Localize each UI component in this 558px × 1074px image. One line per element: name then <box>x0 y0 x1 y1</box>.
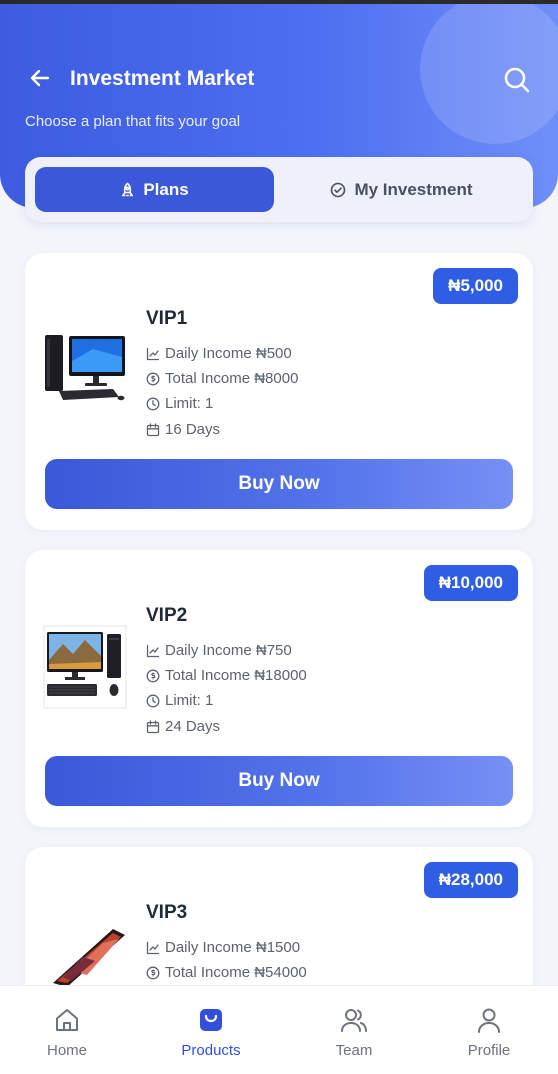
plan-card: ₦10,000 VIP2 Daily Income ₦750 Total Inc… <box>25 550 533 827</box>
chart-line-icon <box>146 644 160 657</box>
plan-card: ₦5,000 VIP1 Daily Income ₦500 Total Inco… <box>25 253 533 530</box>
daily-income: Daily Income ₦500 <box>146 345 292 362</box>
tab-plans-label: Plans <box>143 179 189 199</box>
tab-my-investment[interactable]: My Investment <box>280 167 523 212</box>
plan-duration: 24 Days <box>146 718 220 735</box>
total-income: Total Income ₦18000 <box>146 667 307 684</box>
nav-home[interactable]: Home <box>12 1006 122 1059</box>
buy-now-button[interactable]: Buy Now <box>45 756 513 806</box>
laptop-image <box>53 929 125 987</box>
buy-now-button[interactable]: Buy Now <box>45 459 513 509</box>
price-badge: ₦5,000 <box>433 268 518 304</box>
rocket-icon <box>122 182 134 196</box>
total-income: Total Income ₦8000 <box>146 370 298 387</box>
back-arrow-icon[interactable] <box>28 66 52 90</box>
page-title: Investment Market <box>70 67 255 90</box>
price-badge: ₦28,000 <box>423 862 518 898</box>
plan-name: VIP3 <box>146 902 188 923</box>
desktop-computer-image <box>43 625 127 709</box>
chart-line-icon <box>146 347 160 360</box>
calendar-icon <box>146 422 160 436</box>
purchase-limit: Limit: 1 <box>146 395 213 412</box>
dollar-circle-icon <box>146 669 160 682</box>
nav-products[interactable]: Products <box>156 1006 266 1059</box>
tab-my-investment-label: My Investment <box>354 179 473 199</box>
chart-line-icon <box>146 941 160 954</box>
nav-home-label: Home <box>46 1042 87 1059</box>
plan-card: ₦28,000 VIP3 Daily Income ₦1500 Total In… <box>25 847 533 1007</box>
calendar-icon <box>146 719 160 733</box>
tab-plans[interactable]: Plans <box>35 167 274 212</box>
header-decoration <box>420 4 558 144</box>
status-bar-line <box>0 0 558 4</box>
desktop-computer-image <box>45 335 125 401</box>
dollar-circle-icon <box>146 966 160 979</box>
total-income: Total Income ₦54000 <box>146 964 307 981</box>
tab-bar: Plans My Investment <box>25 157 533 222</box>
purchase-limit: Limit: 1 <box>146 692 213 709</box>
dollar-circle-icon <box>146 372 160 385</box>
bottom-navigation: Home Products Team Profile <box>0 985 558 1074</box>
search-icon[interactable] <box>503 66 531 94</box>
team-icon <box>341 1009 367 1032</box>
nav-profile-label: Profile <box>467 1042 511 1059</box>
shopping-bag-icon <box>200 1009 222 1031</box>
page-subtitle: Choose a plan that fits your goal <box>25 113 241 130</box>
profile-icon <box>478 1008 500 1033</box>
clock-icon <box>146 694 160 707</box>
plan-duration: 16 Days <box>146 421 220 438</box>
nav-profile[interactable]: Profile <box>434 1006 544 1059</box>
nav-products-label: Products <box>181 1042 241 1059</box>
nav-team[interactable]: Team <box>299 1006 409 1059</box>
daily-income: Daily Income ₦750 <box>146 642 292 659</box>
check-circle-icon <box>331 182 346 197</box>
home-icon <box>56 1009 78 1031</box>
price-badge: ₦10,000 <box>423 565 518 601</box>
plan-name: VIP2 <box>146 605 188 626</box>
plan-name: VIP1 <box>146 308 188 329</box>
clock-icon <box>146 397 160 410</box>
nav-team-label: Team <box>335 1042 373 1059</box>
daily-income: Daily Income ₦1500 <box>146 939 300 956</box>
